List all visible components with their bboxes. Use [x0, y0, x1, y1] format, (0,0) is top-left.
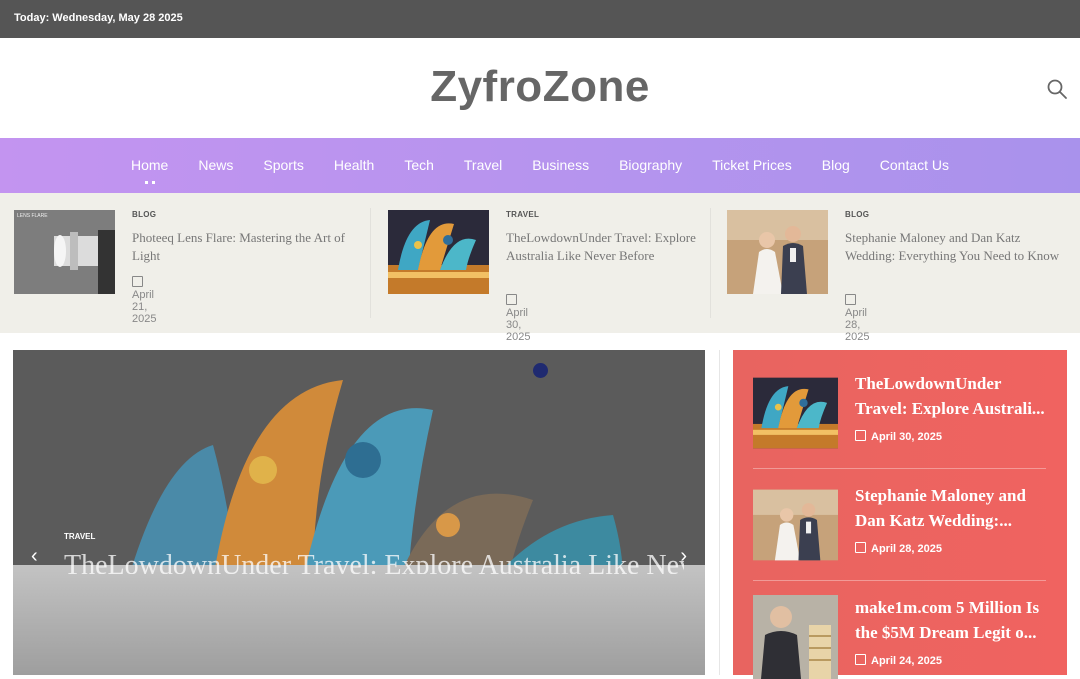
sidebar-title[interactable]: Stephanie Maloney and Dan Katz Wedding:.… — [855, 483, 1053, 533]
calendar-icon — [855, 542, 866, 553]
today-date: Today: Wednesday, May 28 2025 — [14, 12, 183, 24]
ticker-date: April 28, 2025 — [845, 294, 869, 343]
nav-item-travel[interactable]: Travel — [449, 138, 517, 193]
chevron-right-icon[interactable]: › — [680, 545, 687, 568]
ticker-date: April 21, 2025 — [132, 276, 156, 325]
divider — [710, 208, 711, 318]
site-header: ZyfroZone — [0, 38, 1080, 138]
sidebar-title[interactable]: make1m.com 5 Million Is the $5M Dream Le… — [855, 595, 1053, 645]
sidebar-title[interactable]: TheLowdownUnder Travel: Explore Australi… — [855, 371, 1053, 421]
nav-item-business[interactable]: Business — [517, 138, 604, 193]
chevron-left-icon[interactable]: ‹ — [31, 545, 38, 568]
slider-dot[interactable] — [533, 363, 548, 378]
nav-item-blog[interactable]: Blog — [807, 138, 865, 193]
nav-item-contact-us[interactable]: Contact Us — [865, 138, 964, 193]
featured-ticker: LENS FLARE BLOG Photeeq Lens Flare: Mast… — [0, 193, 1080, 343]
divider — [719, 350, 720, 675]
ticker-title[interactable]: TheLowdownUnder Travel: Explore Australi… — [506, 229, 731, 265]
hero-slider[interactable]: TRAVEL TheLowdownUnder Travel: Explore A… — [13, 350, 705, 675]
sidebar-date: April 24, 2025 — [855, 654, 942, 667]
ticker-category[interactable]: BLOG — [845, 210, 869, 219]
sidebar-thumbnail[interactable] — [753, 595, 838, 679]
nav-item-biography[interactable]: Biography — [604, 138, 697, 193]
nav-item-sports[interactable]: Sports — [248, 138, 318, 193]
sidebar-date: April 28, 2025 — [855, 542, 942, 555]
nav-item-home[interactable]: Home — [116, 138, 183, 193]
ticker-category[interactable]: TRAVEL — [506, 210, 539, 219]
calendar-icon — [506, 294, 517, 305]
nav-item-health[interactable]: Health — [319, 138, 389, 193]
ticker-title[interactable]: Stephanie Maloney and Dan Katz Wedding: … — [845, 229, 1070, 265]
sidebar-date: April 30, 2025 — [855, 430, 942, 443]
nav-list: Home News Sports Health Tech Travel Business Bi… — [116, 138, 964, 193]
calendar-icon — [855, 430, 866, 441]
divider — [370, 208, 371, 318]
calendar-icon — [845, 294, 856, 305]
ticker-thumbnail[interactable] — [727, 210, 828, 294]
ticker-thumbnail[interactable]: LENS FLARE — [14, 210, 115, 294]
calendar-icon — [132, 276, 143, 287]
ticker-category[interactable]: BLOG — [132, 210, 156, 219]
divider — [753, 580, 1046, 581]
divider — [753, 468, 1046, 469]
hero-category[interactable]: TRAVEL — [64, 532, 95, 541]
calendar-icon — [855, 654, 866, 665]
sidebar-thumbnail[interactable] — [753, 483, 838, 567]
hero-overlay — [13, 565, 705, 675]
site-logo[interactable]: ZyfroZone — [0, 62, 1080, 112]
sidebar-thumbnail[interactable] — [753, 371, 838, 455]
ticker-date: April 30, 2025 — [506, 294, 530, 343]
top-bar: Today: Wednesday, May 28 2025 — [0, 0, 1080, 38]
nav-item-news[interactable]: News — [183, 138, 248, 193]
hero-title[interactable]: TheLowdownUnder Travel: Explore Australi… — [64, 550, 684, 574]
ticker-thumbnail[interactable] — [388, 210, 489, 294]
thumb-label: LENS FLARE — [17, 213, 48, 219]
sidebar-recent-posts: TheLowdownUnder Travel: Explore Australi… — [733, 350, 1067, 679]
search-icon[interactable] — [1046, 78, 1068, 100]
nav-item-ticket-prices[interactable]: Ticket Prices — [697, 138, 807, 193]
ticker-title[interactable]: Photeeq Lens Flare: Mastering the Art of… — [132, 229, 357, 265]
main-nav: Home News Sports Health Tech Travel Business Bi… — [0, 138, 1080, 193]
nav-item-tech[interactable]: Tech — [389, 138, 449, 193]
